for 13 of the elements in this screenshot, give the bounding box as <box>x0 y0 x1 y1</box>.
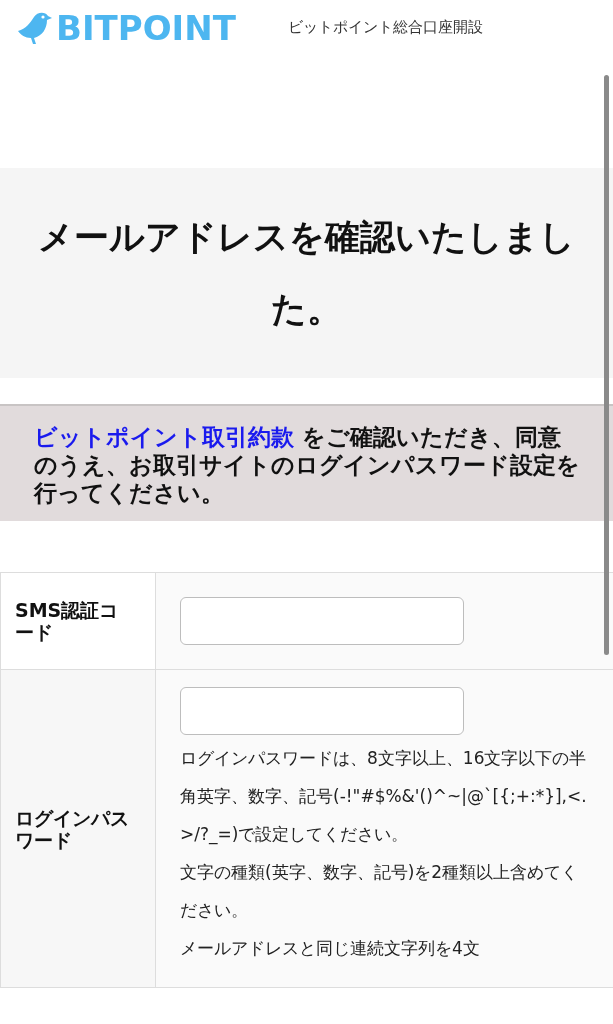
logo-text: BITPOINT <box>56 7 236 48</box>
terms-link[interactable]: ビットポイント取引約款 <box>34 424 294 450</box>
input-field[interactable] <box>180 687 464 735</box>
notice-text: ビットポイント取引約款 をご確認いただき、同意のうえ、お取引サイトのログインパスワード設定を行ってください。 <box>34 423 581 507</box>
field-label: SMS認証コード <box>15 599 120 643</box>
field-label: ログインパスワード <box>15 806 130 851</box>
help-text: 文字の種類(英字、数字、記号)を2種類以上含めてください。 <box>180 861 580 922</box>
help-text: メールアドレスと同じ連続文字列を4文 <box>180 937 481 960</box>
bird-icon <box>16 10 52 45</box>
input-field[interactable] <box>180 597 464 645</box>
page-title: メールアドレスを確認いたしました。 <box>37 216 576 331</box>
help-text: ログインパスワードは、8文字以上、16文字以下の半角英字、数字、記号(-!"#$%&'()^~|@`[{;+:*}],<.>/?_=)で設定してください。 <box>180 747 588 847</box>
header-title: ビットポイント総合口座開設 <box>287 18 483 37</box>
